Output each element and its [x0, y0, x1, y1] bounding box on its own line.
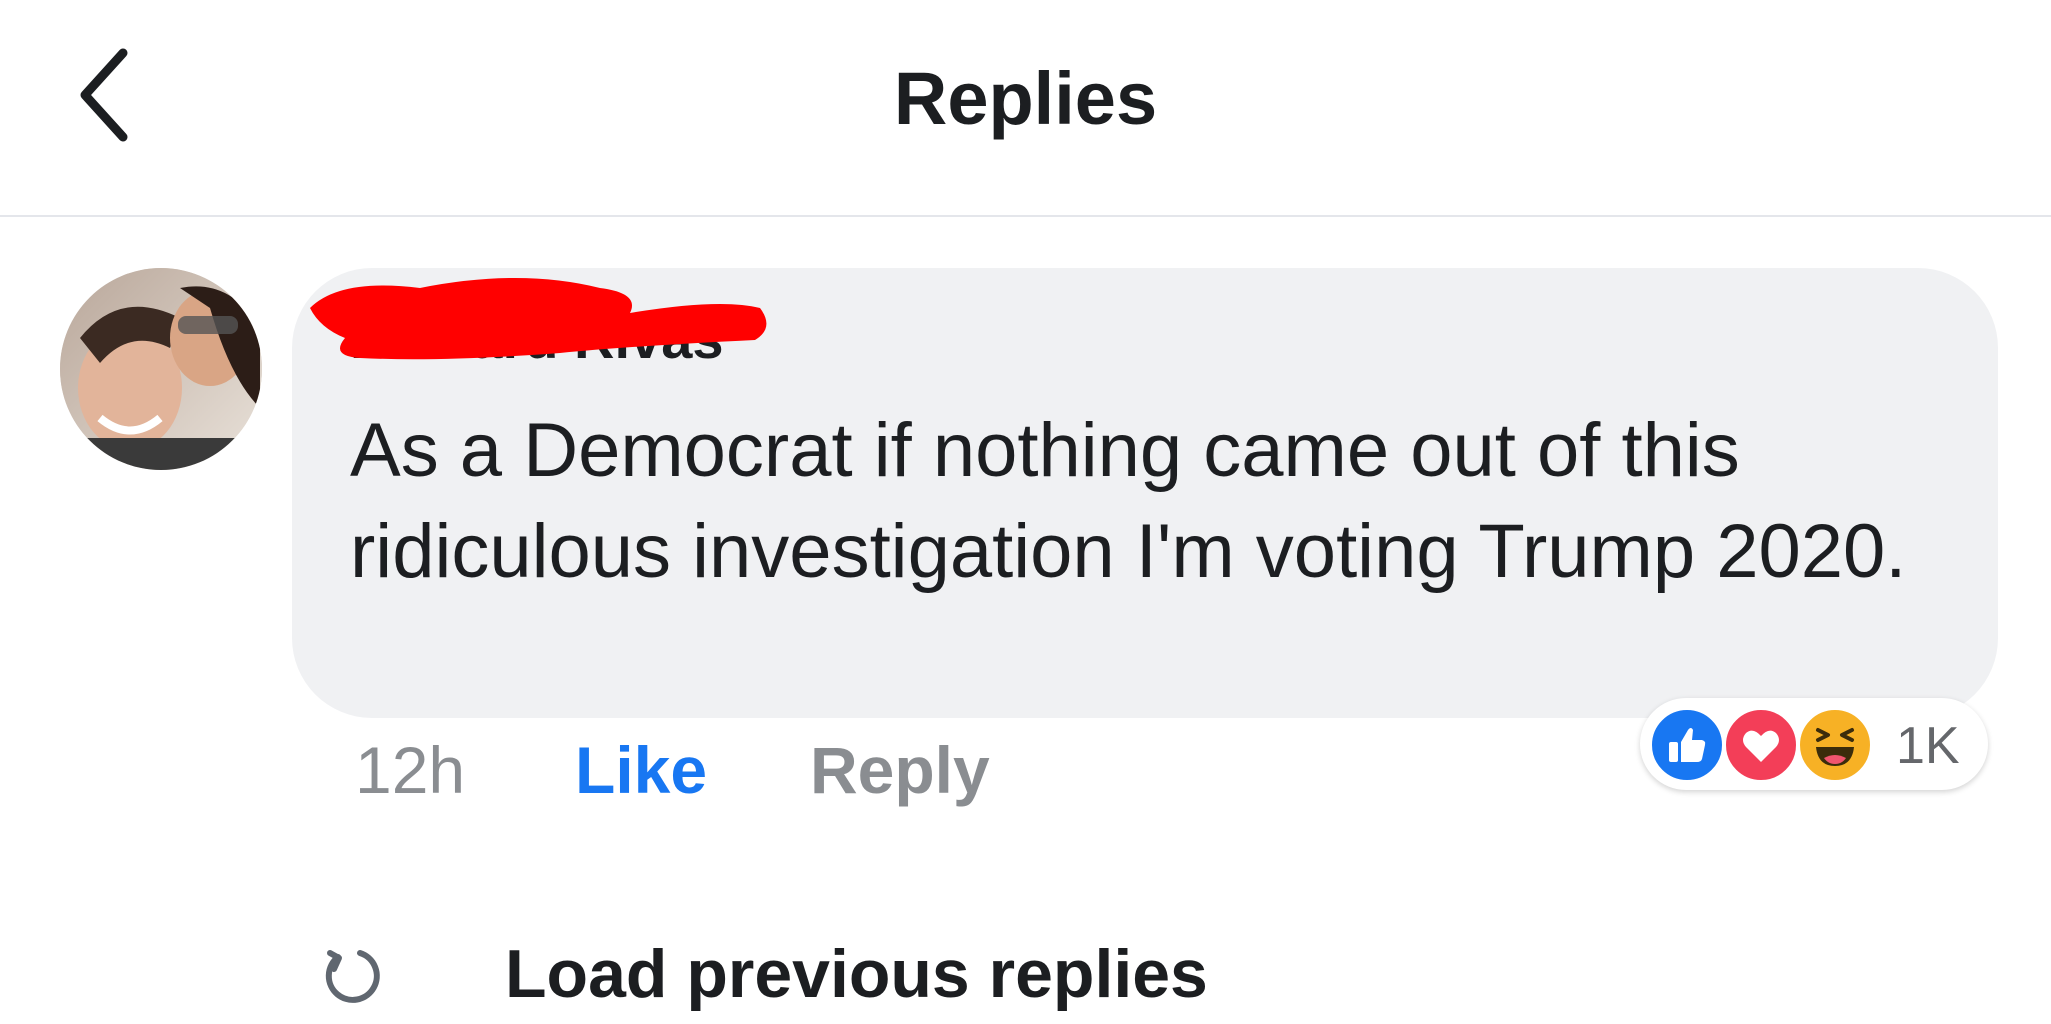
avatar-photo: [60, 268, 262, 470]
like-reaction-icon: [1648, 706, 1726, 784]
reactions-summary[interactable]: 1K: [1640, 698, 1988, 790]
refresh-icon: [325, 950, 380, 1003]
comment-author[interactable]: Richard Rivas: [350, 306, 724, 371]
reply-button[interactable]: Reply: [810, 732, 990, 808]
haha-reaction-icon: [1796, 706, 1874, 784]
reaction-count: 1K: [1896, 717, 1960, 775]
like-button[interactable]: Like: [575, 732, 707, 808]
page-title: Replies: [893, 57, 1158, 140]
replies-screen: Replies Richard Rivas As a Democrat if n…: [0, 0, 2051, 1024]
header-bar: Replies: [0, 0, 2051, 217]
love-reaction-icon: [1722, 706, 1800, 784]
avatar[interactable]: [60, 268, 262, 470]
load-previous-replies-label: Load previous replies: [505, 936, 1208, 1012]
comment-text: As a Democrat if nothing came out of thi…: [350, 408, 1907, 594]
comment-timestamp[interactable]: 12h: [355, 732, 465, 808]
